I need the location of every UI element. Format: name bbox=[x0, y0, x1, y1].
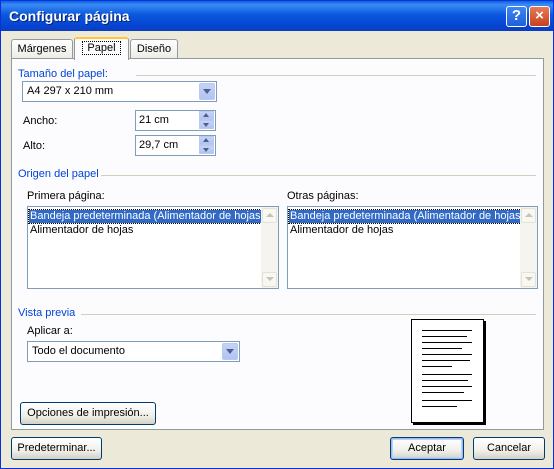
title-bar[interactable]: Configurar página ? × bbox=[1, 1, 553, 31]
tab-margenes[interactable]: Márgenes bbox=[11, 39, 73, 59]
print-options-button[interactable]: Opciones de impresión... bbox=[20, 402, 156, 425]
first-page-label: Primera página: bbox=[27, 190, 105, 202]
paper-size-value: A4 297 x 210 mm bbox=[27, 85, 114, 97]
list-item[interactable]: Alimentador de hojas bbox=[289, 224, 394, 237]
scroll-up-icon[interactable] bbox=[521, 208, 536, 223]
preview-divider bbox=[81, 314, 536, 315]
apply-to-select[interactable]: Todo el documento bbox=[27, 341, 240, 362]
height-label: Alto: bbox=[23, 140, 46, 152]
spin-down-icon[interactable] bbox=[199, 145, 214, 154]
scroll-down-icon[interactable] bbox=[521, 272, 536, 287]
dialog-title: Configurar página bbox=[9, 8, 130, 24]
apply-to-label: Aplicar a: bbox=[27, 325, 73, 337]
page-setup-dialog: Configurar página ? × Márgenes Papel Dis… bbox=[0, 0, 554, 469]
help-button[interactable]: ? bbox=[506, 6, 527, 27]
width-label: Ancho: bbox=[23, 115, 58, 127]
page-preview bbox=[411, 319, 484, 423]
chevron-down-icon[interactable] bbox=[199, 83, 215, 100]
list-item[interactable]: Alimentador de hojas bbox=[29, 224, 134, 237]
width-value: 21 cm bbox=[139, 114, 169, 126]
other-pages-label: Otras páginas: bbox=[287, 190, 359, 202]
other-pages-scrollbar[interactable] bbox=[520, 207, 537, 288]
close-button[interactable]: × bbox=[529, 6, 550, 27]
spin-up-icon[interactable] bbox=[199, 111, 214, 120]
preview-group-title: Vista previa bbox=[18, 307, 76, 319]
set-default-button[interactable]: Predeterminar... bbox=[11, 437, 102, 460]
first-page-scrollbar[interactable] bbox=[261, 207, 278, 288]
width-spinner[interactable]: 21 cm bbox=[135, 110, 216, 131]
chevron-down-icon[interactable] bbox=[222, 343, 238, 360]
first-page-list[interactable]: Bandeja predeterminada (Alimentador de h… bbox=[27, 206, 279, 289]
height-value: 29,7 cm bbox=[139, 139, 179, 151]
scroll-down-icon[interactable] bbox=[262, 272, 277, 287]
apply-to-value: Todo el documento bbox=[32, 345, 125, 357]
tab-diseno[interactable]: Diseño bbox=[130, 39, 178, 59]
cancel-button[interactable]: Cancelar bbox=[473, 437, 545, 460]
paper-size-divider bbox=[136, 75, 536, 76]
tab-papel[interactable]: Papel bbox=[74, 37, 129, 60]
paper-source-group-title: Origen del papel bbox=[18, 168, 99, 180]
paper-source-divider bbox=[101, 175, 536, 176]
list-item[interactable]: Bandeja predeterminada (Alimentador de h… bbox=[288, 209, 527, 224]
paper-size-select[interactable]: A4 297 x 210 mm bbox=[22, 81, 217, 102]
paper-size-group-title: Tamaño del papel: bbox=[18, 68, 108, 80]
list-item[interactable]: Bandeja predeterminada (Alimentador de h… bbox=[28, 209, 267, 224]
scroll-up-icon[interactable] bbox=[262, 208, 277, 223]
spin-up-icon[interactable] bbox=[199, 136, 214, 145]
height-spinner[interactable]: 29,7 cm bbox=[135, 135, 216, 156]
other-pages-list[interactable]: Bandeja predeterminada (Alimentador de h… bbox=[287, 206, 538, 289]
spin-down-icon[interactable] bbox=[199, 120, 214, 129]
ok-button[interactable]: Aceptar bbox=[390, 437, 464, 460]
